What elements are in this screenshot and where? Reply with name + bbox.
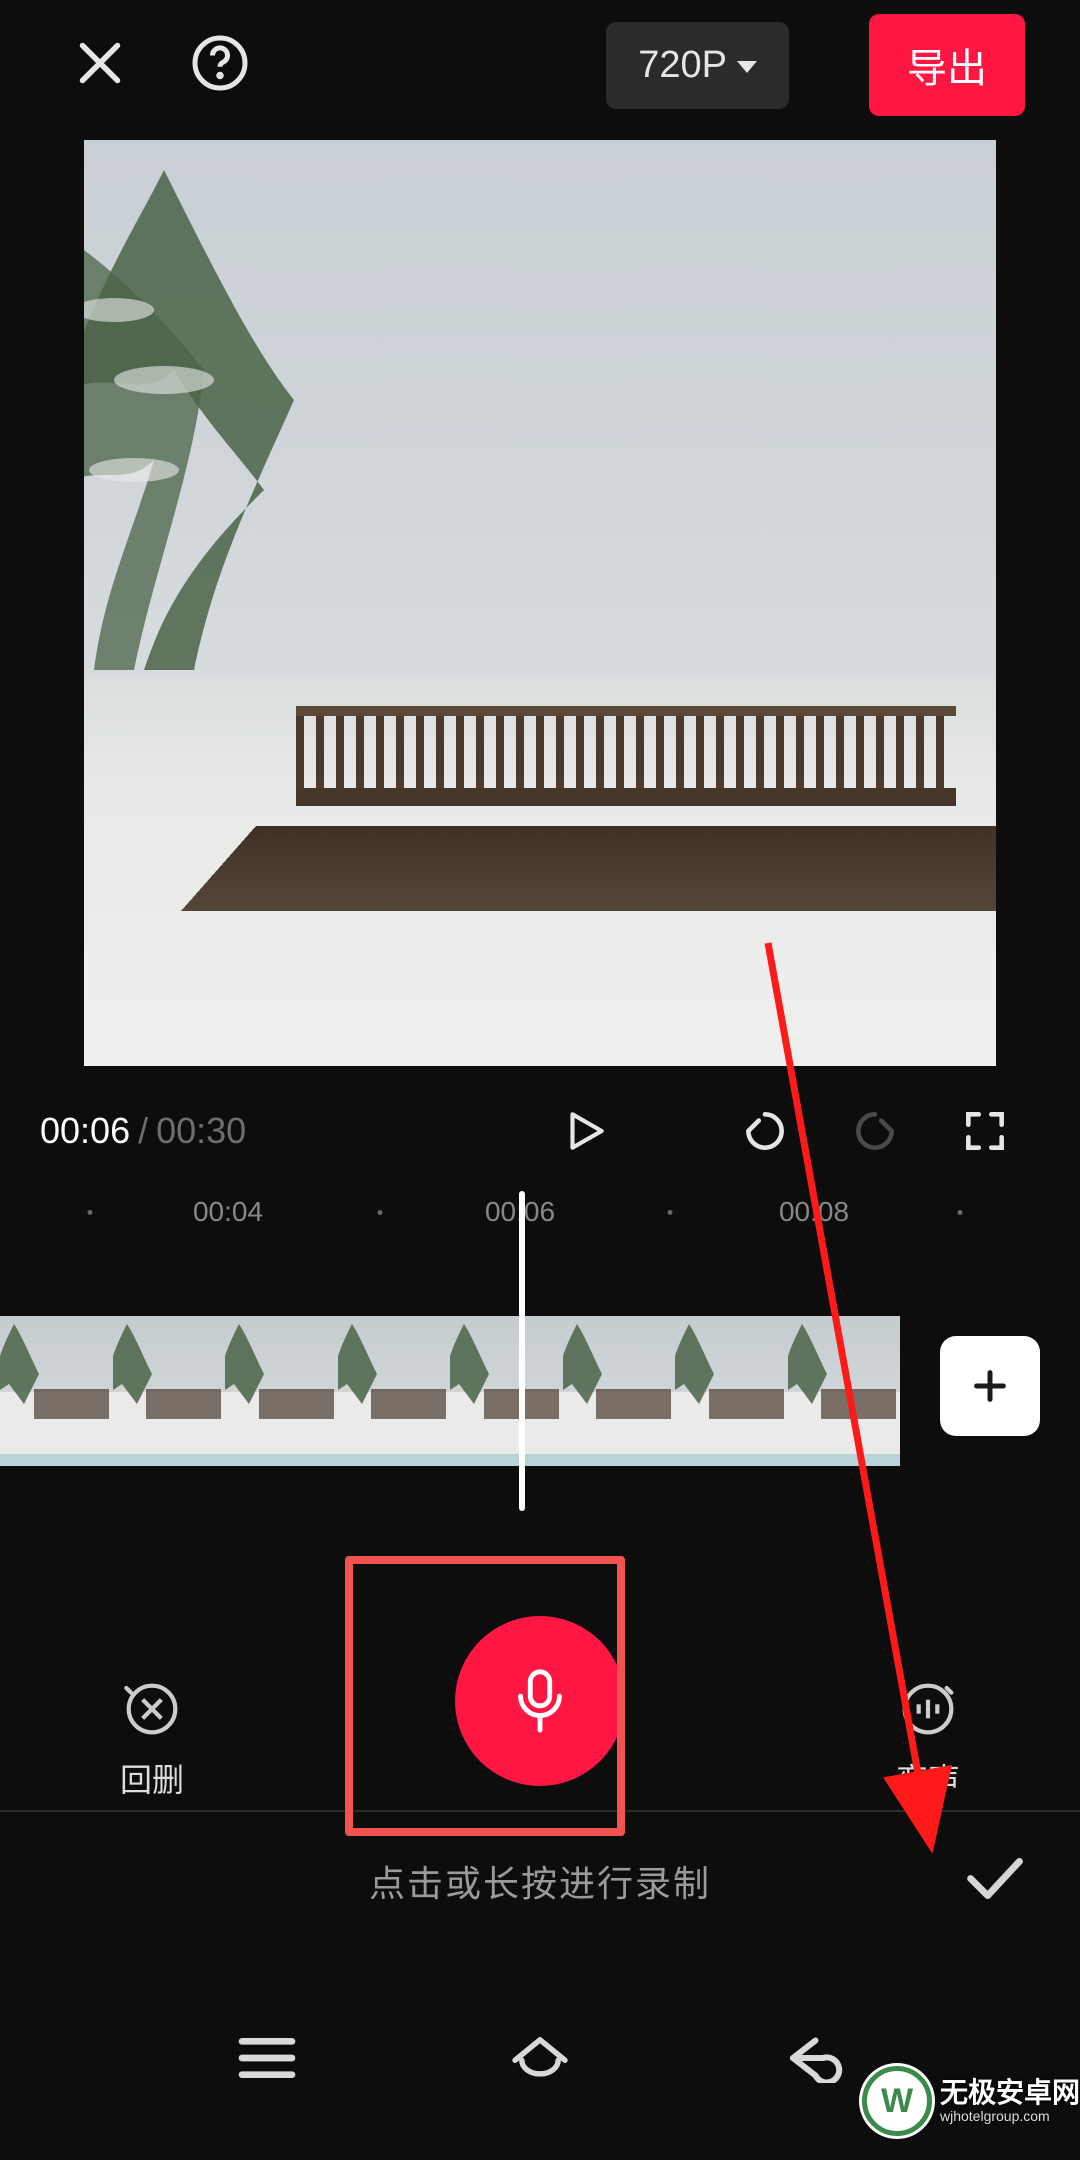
ruler-tick: 00:04 <box>193 1196 263 1228</box>
voice-change-label: 变声 <box>896 1755 960 1801</box>
playback-controls: 00:06 / 00:30 <box>0 1066 1080 1186</box>
ruler-tick: 00:08 <box>779 1196 849 1228</box>
help-icon[interactable] <box>190 33 250 98</box>
video-preview[interactable] <box>84 140 996 1066</box>
record-hint: 点击或长按进行录制 <box>369 1855 711 1907</box>
nav-menu-icon[interactable] <box>233 2033 301 2088</box>
time-separator: / <box>138 1110 148 1152</box>
video-frame <box>84 140 996 1066</box>
playhead[interactable] <box>519 1191 525 1511</box>
thumbnail <box>225 1316 338 1454</box>
thumbnail <box>563 1316 676 1454</box>
watermark-url: wjhotelgroup.com <box>940 2109 1080 2124</box>
confirm-button[interactable] <box>965 1857 1025 1906</box>
thumbnail <box>113 1316 226 1454</box>
thumbnail <box>788 1316 901 1454</box>
timeline-ruler[interactable]: 00:04 00:06 00:08 <box>0 1196 1080 1266</box>
thumbnail <box>675 1316 788 1454</box>
undo-record-label: 回删 <box>120 1755 184 1801</box>
watermark: W 无极安卓网 wjhotelgroup.com <box>862 2066 1080 2136</box>
top-toolbar: 720P 导出 <box>0 0 1080 130</box>
play-icon[interactable] <box>560 1106 610 1156</box>
video-clip[interactable] <box>0 1316 900 1466</box>
caret-down-icon <box>737 61 757 73</box>
nav-home-icon[interactable] <box>506 2033 574 2088</box>
timeline[interactable] <box>0 1266 1080 1496</box>
thumbnail <box>450 1316 563 1454</box>
check-icon <box>965 1857 1025 1901</box>
thumbnail <box>338 1316 451 1454</box>
close-icon[interactable] <box>70 33 130 98</box>
undo-record-button[interactable]: 回删 <box>120 1681 184 1801</box>
nav-back-icon[interactable] <box>779 2033 847 2088</box>
annotation-highlight-box <box>345 1556 625 1836</box>
export-button[interactable]: 导出 <box>869 14 1025 116</box>
resolution-dropdown[interactable]: 720P <box>606 22 789 109</box>
watermark-brand: 无极安卓网 <box>940 2078 1080 2109</box>
resolution-label: 720P <box>638 44 727 87</box>
current-time: 00:06 <box>40 1110 130 1152</box>
export-label: 导出 <box>907 47 987 91</box>
redo-icon <box>850 1106 900 1156</box>
voice-change-button[interactable]: 变声 <box>896 1681 960 1801</box>
watermark-logo-icon: W <box>862 2066 932 2136</box>
add-clip-button[interactable] <box>940 1336 1040 1436</box>
undo-icon[interactable] <box>740 1106 790 1156</box>
fullscreen-icon[interactable] <box>960 1106 1010 1156</box>
total-time: 00:30 <box>156 1110 246 1152</box>
thumbnail <box>0 1316 113 1454</box>
